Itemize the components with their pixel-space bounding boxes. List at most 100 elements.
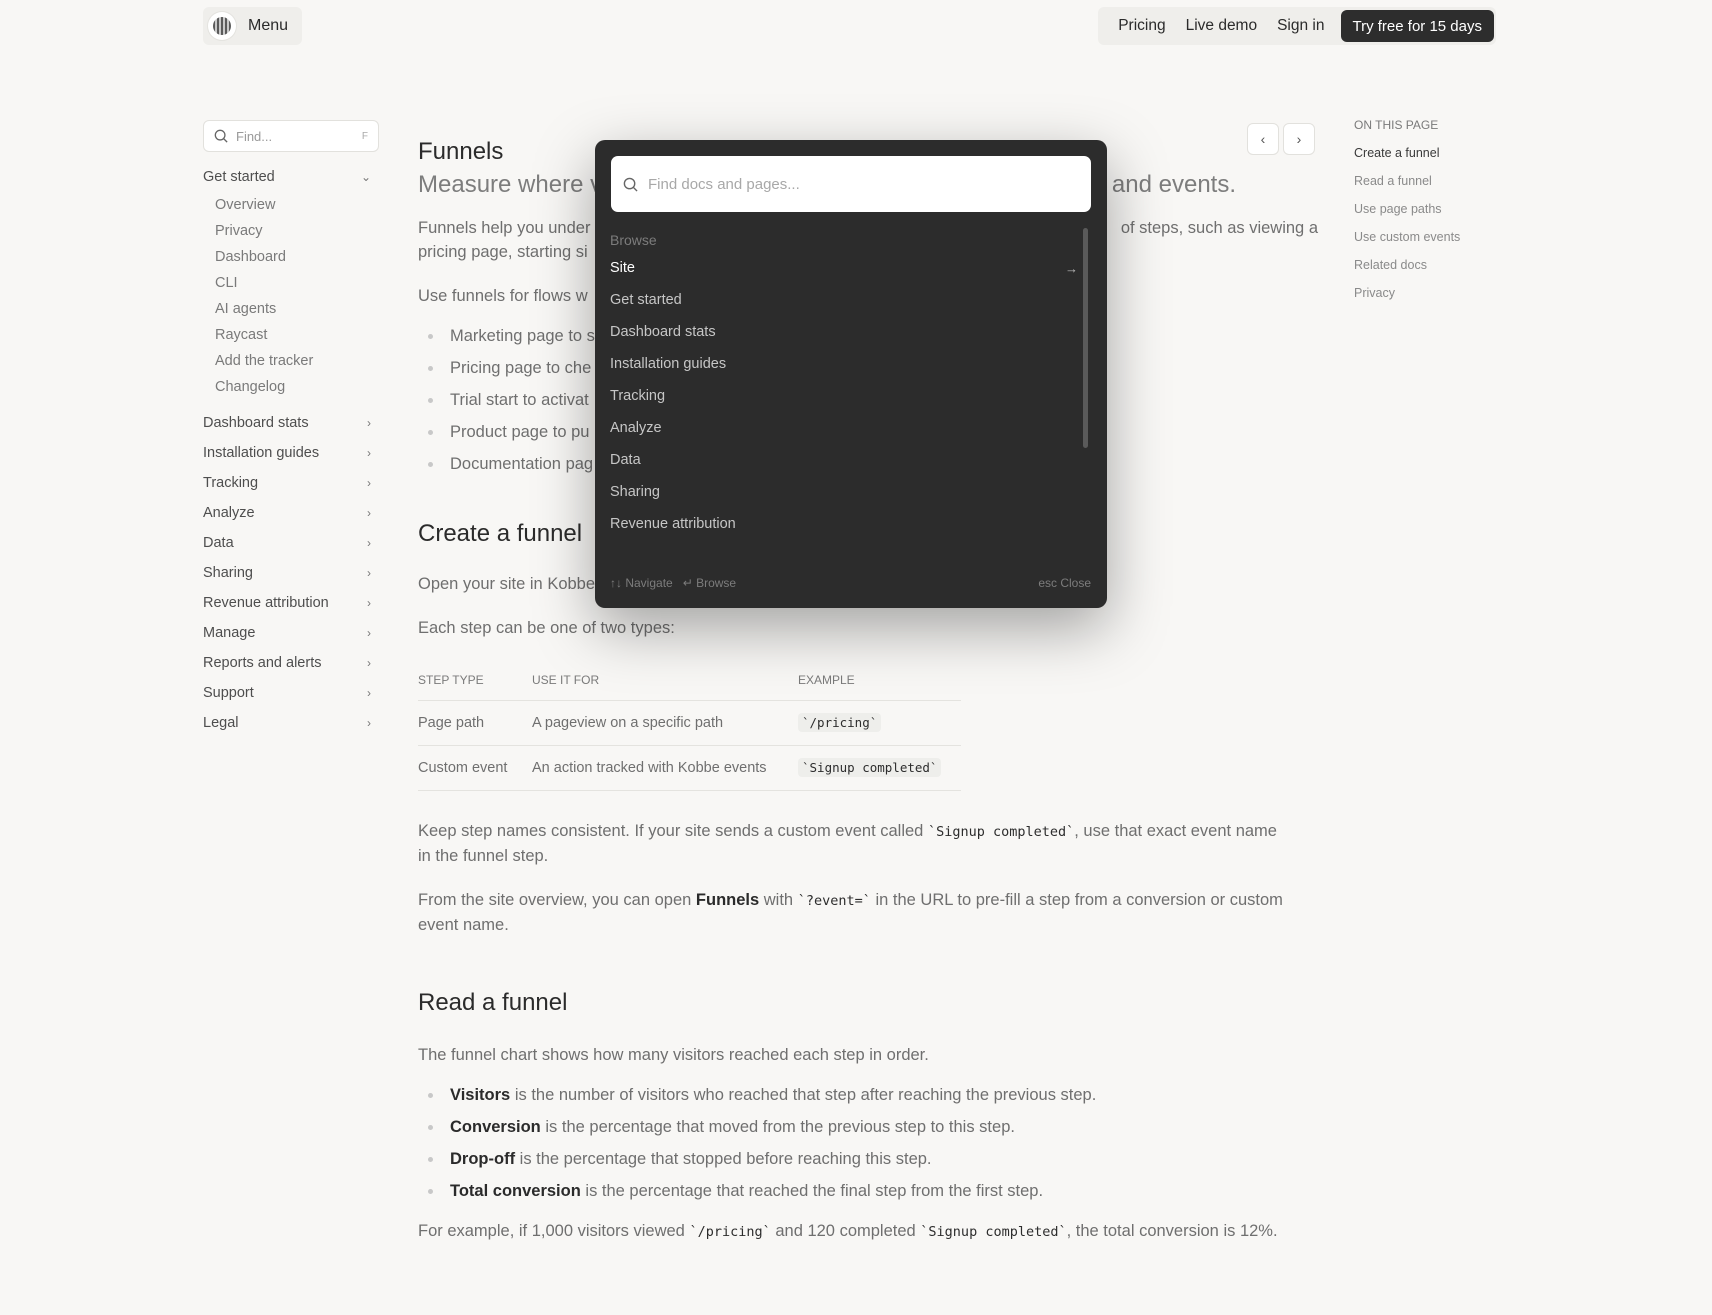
example-text-3: , the total conversion is 12%. [1066, 1221, 1278, 1240]
sidebar-item[interactable]: Privacy [203, 218, 379, 244]
sidebar-item[interactable]: AI agents [203, 296, 379, 322]
table-header: USE IT FOR [532, 660, 798, 701]
lead-left: Measure where v [418, 171, 603, 198]
keep-text: Keep step names consistent. If your site… [418, 821, 924, 840]
nav-live-demo[interactable]: Live demo [1178, 17, 1266, 35]
code-snippet: `Signup completed` [798, 757, 942, 777]
table-row: Page path A pageview on a specific path … [418, 700, 961, 746]
list-item: Visitors is the number of visitors who r… [418, 1079, 1318, 1111]
table-cell: `Signup completed` [798, 745, 961, 791]
palette-item-label: Site [610, 260, 635, 276]
sidebar-section-label: Manage [203, 625, 256, 641]
sidebar-section-label: Dashboard stats [203, 415, 309, 431]
term-bold: Visitors [450, 1085, 511, 1104]
sidebar-section-label: Sharing [203, 565, 253, 581]
example-paragraph: For example, if 1,000 visitors viewed `/… [418, 1219, 1318, 1244]
palette-footer: ↑↓ Navigate ↵ Browse esc Close [610, 576, 1091, 590]
intro-right: of steps, such as viewing a [1120, 219, 1318, 237]
sidebar-item[interactable]: Overview [203, 192, 379, 218]
try-free-button[interactable]: Try free for 15 days [1340, 10, 1494, 42]
chevron-right-icon: › [367, 506, 371, 520]
list-item: Total conversion is the percentage that … [418, 1175, 1318, 1207]
top-bar: Menu Pricing Live demo Sign in Try free … [0, 0, 1712, 60]
sidebar-section[interactable]: Reports and alerts › [203, 648, 379, 678]
sidebar-section-label: Tracking [203, 475, 259, 491]
sidebar-section[interactable]: Dashboard stats › [203, 408, 379, 438]
logo-icon [208, 12, 236, 40]
palette-item[interactable]: Get started [610, 284, 1078, 316]
palette-search[interactable] [611, 156, 1091, 212]
from-text-4: event name. [418, 915, 509, 934]
lead-right: and events. [1111, 171, 1236, 198]
docs-sidebar: Find... F Get started ⌄ Overview Privacy D… [203, 120, 379, 738]
sidebar-section-label: Revenue attribution [203, 595, 329, 611]
example-text: For example, if 1,000 visitors viewed [418, 1221, 685, 1240]
palette-item[interactable]: Analyze [610, 412, 1078, 444]
sidebar-section-label: Legal [203, 715, 239, 731]
sidebar-item[interactable]: Add the tracker [203, 348, 379, 374]
term-text: is the percentage that stopped before re… [515, 1149, 932, 1168]
toc-item[interactable]: Use page paths [1354, 202, 1460, 230]
sidebar-item[interactable]: Raycast [203, 322, 379, 348]
toc-item[interactable]: Related docs [1354, 258, 1460, 286]
chevron-down-icon: ⌄ [360, 170, 371, 184]
code-snippet: `/pricing` [798, 712, 882, 732]
chevron-right-icon: › [1296, 131, 1302, 147]
chevron-right-icon: › [367, 656, 371, 670]
chevron-right-icon: › [367, 716, 371, 730]
close-hint[interactable]: esc Close [1038, 576, 1091, 590]
toc-item[interactable]: Privacy [1354, 286, 1460, 314]
sidebar-section[interactable]: Analyze › [203, 498, 379, 528]
sidebar-section[interactable]: Tracking › [203, 468, 379, 498]
palette-item[interactable]: Tracking [610, 380, 1078, 412]
sidebar-item[interactable]: CLI [203, 270, 379, 296]
sidebar-section[interactable]: Installation guides › [203, 438, 379, 468]
sidebar-section[interactable]: Legal › [203, 708, 379, 738]
menu-button[interactable]: Menu [203, 7, 303, 45]
palette-search-input[interactable] [648, 175, 1048, 193]
palette-item-label: Installation guides [610, 356, 727, 372]
table-cell: Custom event [418, 745, 532, 791]
table-cell: `/pricing` [798, 700, 961, 746]
toc-item[interactable]: Use custom events [1354, 230, 1460, 258]
sidebar-section[interactable]: Support › [203, 678, 379, 708]
palette-item[interactable]: Revenue attribution [610, 508, 1078, 540]
sidebar-section-label: Data [203, 535, 234, 551]
palette-item[interactable]: Dashboard stats [610, 316, 1078, 348]
from-text: From the site overview, you can open [418, 890, 692, 909]
sidebar-search-input[interactable]: Find... F [203, 120, 379, 152]
term-text: is the percentage that moved from the pr… [540, 1117, 1015, 1136]
sidebar-section[interactable]: Manage › [203, 618, 379, 648]
sidebar-section-label: Get started [203, 169, 275, 185]
previous-page-button[interactable]: ‹ [1247, 123, 1279, 155]
sidebar-section[interactable]: Sharing › [203, 558, 379, 588]
term-text: is the number of visitors who reached th… [510, 1085, 1097, 1104]
keep-text-2: , use that exact event name [1074, 821, 1277, 840]
browse-hint: ↵ Browse [682, 576, 737, 590]
palette-item[interactable]: Sharing [610, 476, 1078, 508]
sidebar-item[interactable]: Dashboard [203, 244, 379, 270]
from-paragraph: From the site overview, you can open Fun… [418, 888, 1318, 937]
on-this-page: ON THIS PAGE Create a funnel Read a funne… [1354, 118, 1460, 314]
sidebar-section[interactable]: Revenue attribution › [203, 588, 379, 618]
toc-item[interactable]: Read a funnel [1354, 174, 1460, 202]
next-page-button[interactable]: › [1283, 123, 1315, 155]
palette-item-label: Analyze [610, 420, 662, 436]
read-paragraph: The funnel chart shows how many visitors… [418, 1045, 929, 1064]
nav-sign-in[interactable]: Sign in [1269, 17, 1332, 35]
toc-item[interactable]: Create a funnel [1354, 146, 1460, 174]
table-header: EXAMPLE [798, 660, 961, 701]
command-palette: Browse Site → Get started Dashboard stats In… [595, 140, 1107, 608]
nav-pricing[interactable]: Pricing [1110, 17, 1173, 35]
palette-item[interactable]: Installation guides [610, 348, 1078, 380]
palette-item[interactable]: Site → [610, 252, 1078, 284]
palette-scrollbar[interactable] [1083, 228, 1088, 448]
sidebar-section[interactable]: Data › [203, 528, 379, 558]
chevron-right-icon: › [367, 566, 371, 580]
sidebar-item[interactable]: Changelog [203, 374, 379, 400]
palette-item[interactable]: Data [610, 444, 1078, 476]
chevron-right-icon: › [367, 596, 371, 610]
from-text-3: in the URL to pre-fill a step from a con… [875, 890, 1283, 909]
sidebar-section-get-started[interactable]: Get started ⌄ [203, 162, 379, 192]
step-types-table: STEP TYPE USE IT FOR EXAMPLE Page path A… [418, 660, 961, 791]
